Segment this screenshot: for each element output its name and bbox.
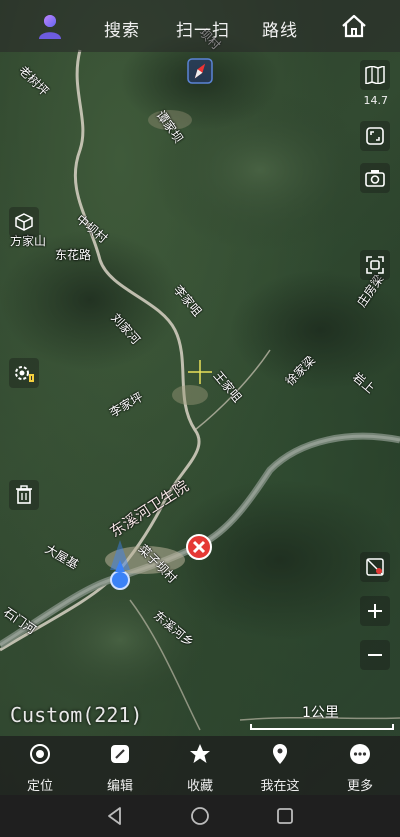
tab-scan[interactable]: 扫一扫 — [176, 16, 230, 41]
home-circle-icon[interactable] — [189, 805, 211, 827]
crosshair-icon — [188, 360, 212, 384]
home-icon[interactable] — [340, 12, 368, 40]
nav-locate-label: 定位 — [26, 779, 53, 794]
locate-icon — [30, 744, 50, 764]
pin-icon — [273, 744, 287, 764]
system-nav-bar — [0, 795, 400, 837]
nav-here[interactable]: 我在这 — [250, 736, 310, 795]
location-arrow-icon — [110, 540, 130, 590]
camera-icon[interactable] — [360, 163, 390, 193]
satellite-map[interactable]: 老树坪 谭家坝 中坝村 东花路 方家山 刘家河 李家咀 李家坪 王家咀 徐家梁 … — [0, 0, 400, 795]
tab-route[interactable]: 路线 — [262, 16, 298, 41]
trash-icon[interactable] — [9, 480, 39, 510]
scale-bar — [250, 724, 394, 730]
bottom-nav: 定位 编辑 收藏 我在这 更多 — [0, 736, 400, 795]
cube-icon[interactable] — [9, 207, 39, 237]
screenshot-icon[interactable] — [360, 250, 390, 280]
terrain-layer — [0, 30, 400, 731]
compass-icon[interactable] — [187, 58, 213, 84]
gear-gps-icon[interactable] — [9, 358, 39, 388]
recents-icon[interactable] — [274, 805, 296, 827]
nav-more[interactable]: 更多 — [330, 736, 390, 795]
layer-off-icon[interactable] — [360, 552, 390, 582]
nav-locate[interactable]: 定位 — [10, 736, 70, 795]
nav-here-label: 我在这 — [260, 779, 300, 794]
edit-icon — [111, 745, 129, 763]
user-avatar-icon[interactable] — [36, 12, 64, 40]
nav-favorite-label: 收藏 — [186, 779, 213, 794]
star-icon — [190, 744, 210, 763]
book-map-icon[interactable] — [360, 60, 390, 90]
nav-edit-label: 编辑 — [106, 779, 133, 794]
zoom-level: 14.7 — [363, 94, 389, 107]
scale-label: 1公里 — [302, 705, 339, 721]
plus-icon[interactable] — [360, 596, 390, 626]
minus-icon[interactable] — [360, 640, 390, 670]
more-icon — [350, 744, 370, 764]
back-icon[interactable] — [104, 805, 126, 827]
map-label-road: 东花路 — [55, 248, 92, 262]
fullscreen-icon[interactable] — [360, 121, 390, 151]
nav-favorite[interactable]: 收藏 — [170, 736, 230, 795]
close-marker-icon[interactable] — [185, 533, 213, 561]
custom-layer-label: Custom(221) — [10, 703, 143, 727]
nav-edit[interactable]: 编辑 — [90, 736, 150, 795]
nav-more-label: 更多 — [346, 779, 373, 794]
top-bar: 搜索 扫一扫 路线 — [0, 0, 400, 52]
tab-search[interactable]: 搜索 — [104, 16, 140, 41]
